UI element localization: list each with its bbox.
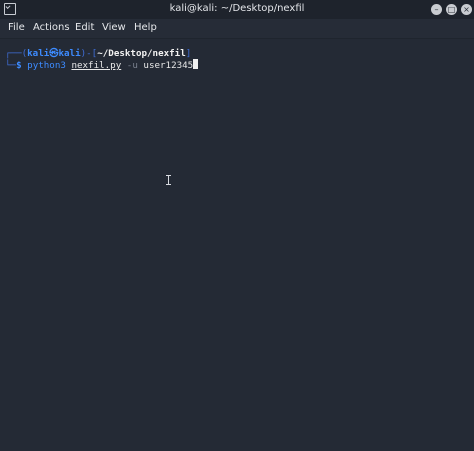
command-script: nexfil.py <box>71 60 122 71</box>
terminal-area[interactable]: ┌──(kali㉿kali)-[~/Desktop/nexfil] └─$ py… <box>0 39 474 451</box>
mouse-ibeam-cursor <box>166 175 171 185</box>
prompt-frame-top: ┌──( <box>5 48 28 59</box>
close-icon: × <box>463 5 470 14</box>
maximize-icon: □ <box>447 5 456 14</box>
menu-actions[interactable]: Actions <box>33 22 70 33</box>
prompt-frame-bottom: └─ <box>5 60 17 71</box>
command-program: python3 <box>27 60 66 71</box>
menu-bar: File Actions Edit View Help <box>0 19 474 38</box>
minimize-button[interactable]: – <box>431 4 442 15</box>
prompt-host: kali <box>58 48 81 59</box>
menu-file[interactable]: File <box>8 22 25 33</box>
menu-help[interactable]: Help <box>134 22 157 33</box>
prompt-user: kali <box>27 48 50 59</box>
maximize-button[interactable]: □ <box>446 4 457 15</box>
command-value: user12345 <box>143 60 194 71</box>
command-flag: -u <box>126 60 138 71</box>
close-button[interactable]: × <box>461 4 472 15</box>
window-title: kali@kali: ~/Desktop/nexfil <box>169 3 305 14</box>
menu-edit[interactable]: Edit <box>75 22 94 33</box>
command-line: └─$ python3 nexfil.py -u user12345 <box>5 59 199 71</box>
prompt-line: ┌──(kali㉿kali)-[~/Desktop/nexfil] <box>5 48 191 59</box>
prompt-symbol: $ <box>16 60 22 71</box>
menu-view[interactable]: View <box>102 22 126 33</box>
title-bar[interactable]: kali@kali: ~/Desktop/nexfil – □ × <box>0 0 474 19</box>
terminal-window: kali@kali: ~/Desktop/nexfil – □ × File A… <box>0 0 474 451</box>
minimize-icon: – <box>434 5 439 14</box>
prompt-separator: )-[ <box>80 48 98 59</box>
text-cursor <box>193 59 199 69</box>
prompt-path: ~/Desktop/nexfil <box>97 48 186 59</box>
prompt-bracket-close: ] <box>185 48 192 59</box>
